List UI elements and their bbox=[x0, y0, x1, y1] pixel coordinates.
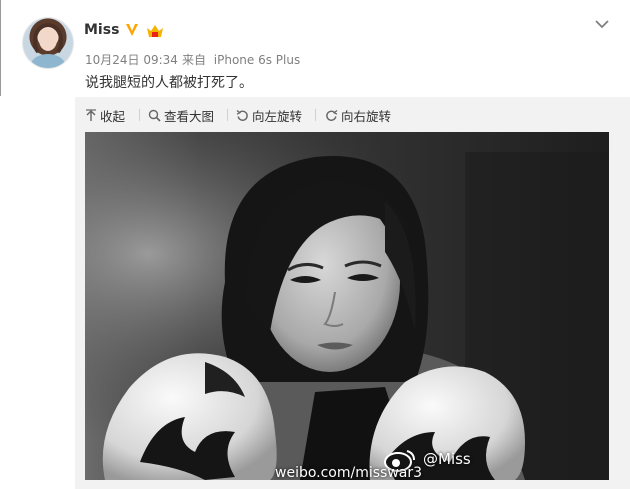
rotate-left-button[interactable]: 向左旋转 bbox=[236, 106, 302, 125]
rotate-left-label: 向左旋转 bbox=[252, 109, 303, 124]
photo-illustration bbox=[85, 132, 609, 480]
username[interactable]: Miss bbox=[84, 22, 119, 38]
chevron-down-icon[interactable] bbox=[594, 16, 610, 30]
magnifier-icon bbox=[148, 109, 161, 122]
left-border bbox=[0, 0, 1, 96]
post-time[interactable]: 10月24日 09:34 bbox=[85, 53, 178, 67]
post-source[interactable]: iPhone 6s Plus bbox=[214, 53, 300, 67]
avatar-face bbox=[39, 29, 57, 51]
arrow-up-icon bbox=[86, 109, 96, 121]
watermark-name: @Miss bbox=[423, 450, 471, 468]
collapse-button[interactable]: 收起 bbox=[85, 106, 125, 125]
verified-v-icon[interactable] bbox=[124, 22, 140, 38]
view-large-label: 查看大图 bbox=[164, 109, 215, 124]
vip-crown-icon[interactable] bbox=[146, 23, 164, 39]
collapse-label: 收起 bbox=[100, 109, 126, 124]
avatar[interactable] bbox=[23, 18, 73, 68]
post-text: 说我腿短的人都被打死了。 bbox=[85, 75, 253, 91]
toolbar-divider bbox=[227, 109, 228, 121]
rotate-right-button[interactable]: 向右旋转 bbox=[325, 106, 391, 125]
rotate-right-icon bbox=[326, 109, 338, 121]
source-prefix: 来自 bbox=[181, 53, 206, 67]
post-meta: 10月24日 09:34 来自 iPhone 6s Plus bbox=[85, 51, 304, 68]
rotate-left-icon bbox=[236, 109, 248, 121]
rotate-right-label: 向右旋转 bbox=[341, 109, 392, 124]
watermark-url: weibo.com/misswar3 bbox=[275, 465, 423, 480]
post-photo[interactable]: @Miss weibo.com/misswar3 bbox=[85, 132, 609, 480]
toolbar-divider bbox=[139, 109, 140, 121]
toolbar-divider bbox=[315, 109, 316, 121]
view-large-button[interactable]: 查看大图 bbox=[148, 106, 214, 125]
